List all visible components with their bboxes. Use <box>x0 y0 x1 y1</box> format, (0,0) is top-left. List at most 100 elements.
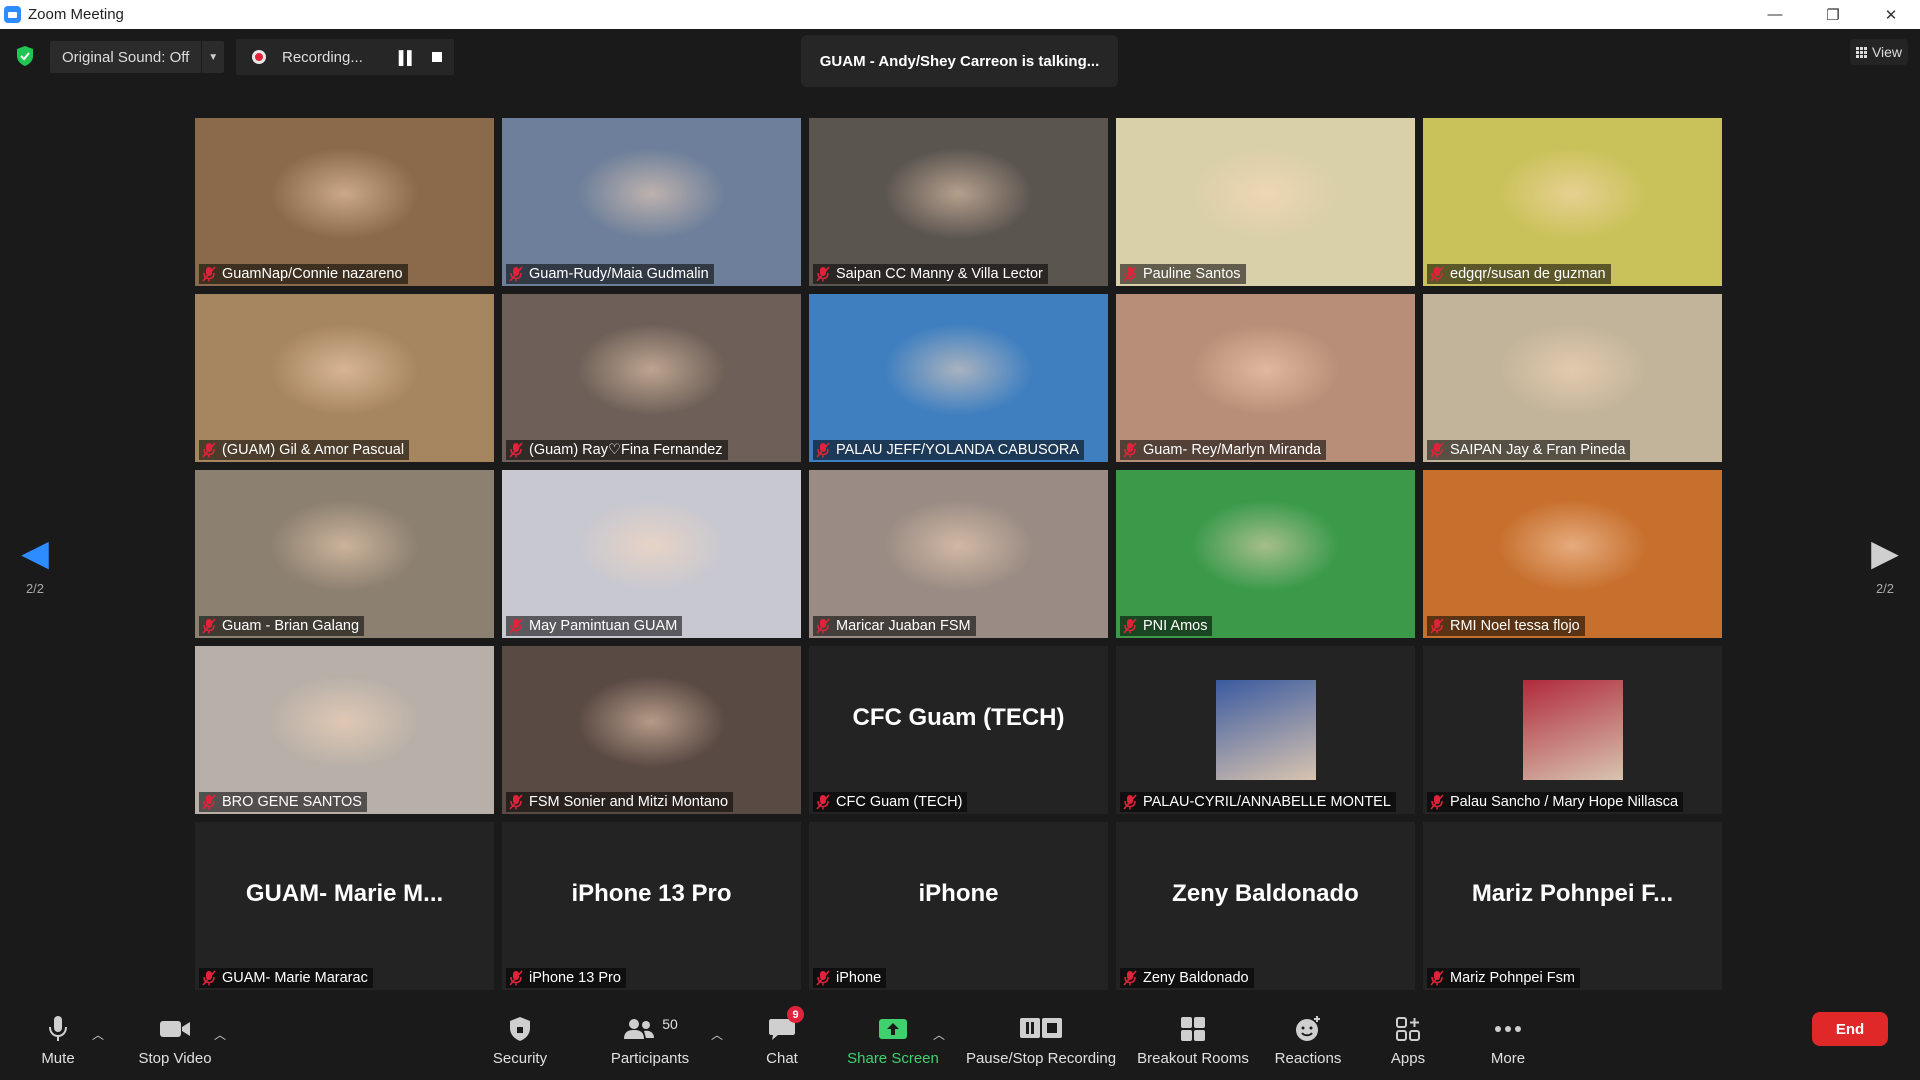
participant-tile[interactable]: BRO GENE SANTOS <box>195 646 494 814</box>
participant-tile[interactable]: Palau Sancho / Mary Hope Nillasca <box>1423 646 1722 814</box>
participant-tile[interactable]: CFC Guam (TECH) CFC Guam (TECH) <box>809 646 1108 814</box>
participant-tile[interactable]: PALAU JEFF/YOLANDA CABUSORA <box>809 294 1108 462</box>
chat-label: Chat <box>766 1050 798 1067</box>
participant-tile[interactable]: (Guam) Ray♡Fina Fernandez <box>502 294 801 462</box>
view-label: View <box>1871 44 1903 60</box>
security-button[interactable]: Security <box>490 996 550 1080</box>
share-options-chevron-icon[interactable]: ︿ <box>933 1026 945 1043</box>
recording-indicator: Recording... ▌▌ <box>236 39 454 75</box>
previous-page-button[interactable]: ◀ 2/2 <box>15 532 55 597</box>
pause-recording-icon[interactable]: ▌▌ <box>392 50 422 65</box>
original-sound-button[interactable]: Original Sound: Off ▼ <box>50 41 224 73</box>
apps-button[interactable]: Apps <box>1388 996 1428 1080</box>
participant-display-name: Zeny Baldonado <box>1172 880 1359 907</box>
participant-tile[interactable]: iPhone 13 Pro iPhone 13 Pro <box>502 822 801 990</box>
mic-muted-icon <box>1430 794 1444 810</box>
mic-muted-icon <box>1430 266 1444 282</box>
chevron-down-icon[interactable]: ▼ <box>201 41 224 73</box>
reactions-button[interactable]: Reactions <box>1268 996 1348 1080</box>
mic-muted-icon <box>816 266 830 282</box>
participant-name-tag: Pauline Santos <box>1120 264 1246 284</box>
mic-muted-icon <box>1123 794 1137 810</box>
participant-tile[interactable]: PNI Amos <box>1116 470 1415 638</box>
participant-name: Guam - Brian Galang <box>222 618 360 634</box>
participant-tile[interactable]: FSM Sonier and Mitzi Montano <box>502 646 801 814</box>
participant-name: (Guam) Ray♡Fina Fernandez <box>529 442 723 458</box>
participant-tile[interactable]: Guam-Rudy/Maia Gudmalin <box>502 118 801 286</box>
arrow-left-icon: ◀ <box>21 532 49 573</box>
window-controls: — ❐ ✕ <box>1746 0 1920 29</box>
participant-video <box>502 470 801 638</box>
participant-name: iPhone <box>836 970 882 986</box>
mic-muted-icon <box>816 970 830 986</box>
participant-display-name: Mariz Pohnpei F... <box>1471 880 1674 907</box>
participant-tile[interactable]: Guam- Rey/Marlyn Miranda <box>1116 294 1415 462</box>
mic-muted-icon <box>816 794 830 810</box>
participant-name: edgqr/susan de guzman <box>1450 266 1606 282</box>
participant-tile[interactable]: Zeny Baldonado Zeny Baldonado <box>1116 822 1415 990</box>
participant-name: Mariz Pohnpei Fsm <box>1450 970 1575 986</box>
participant-name: (GUAM) Gil & Amor Pascual <box>222 442 405 458</box>
participant-name-tag: May Pamintuan GUAM <box>506 616 683 636</box>
participant-tile[interactable]: SAIPAN Jay & Fran Pineda <box>1423 294 1722 462</box>
mic-muted-icon <box>1430 442 1444 458</box>
page-indicator-right: 2/2 <box>1875 581 1895 596</box>
restore-button[interactable]: ❐ <box>1804 0 1862 29</box>
video-options-chevron-icon[interactable]: ︿ <box>214 1026 226 1043</box>
recording-label: Recording... <box>282 48 363 66</box>
participant-name-tag: (GUAM) Gil & Amor Pascual <box>199 440 410 460</box>
participant-name-tag: SAIPAN Jay & Fran Pineda <box>1427 440 1631 460</box>
participant-video <box>195 470 494 638</box>
participants-button[interactable]: 50 Participants <box>605 996 695 1080</box>
participant-tile[interactable]: Pauline Santos <box>1116 118 1415 286</box>
participant-name: May Pamintuan GUAM <box>529 618 678 634</box>
participant-tile[interactable]: Mariz Pohnpei F... Mariz Pohnpei Fsm <box>1423 822 1722 990</box>
participant-tile[interactable]: RMI Noel tessa flojo <box>1423 470 1722 638</box>
participant-tile[interactable]: (GUAM) Gil & Amor Pascual <box>195 294 494 462</box>
profile-picture <box>1522 680 1623 780</box>
participant-video <box>809 470 1108 638</box>
end-meeting-button[interactable]: End <box>1812 1012 1888 1046</box>
participant-tile[interactable]: Maricar Juaban FSM <box>809 470 1108 638</box>
participant-name-tag: Guam - Brian Galang <box>199 616 365 636</box>
participant-video <box>1423 470 1722 638</box>
minimize-button[interactable]: — <box>1746 0 1804 29</box>
participant-name-tag: GuamNap/Connie nazareno <box>199 264 408 284</box>
participant-tile[interactable]: PALAU-CYRIL/ANNABELLE MONTEL <box>1116 646 1415 814</box>
participant-video <box>195 118 494 286</box>
participant-name: CFC Guam (TECH) <box>836 794 963 810</box>
mic-muted-icon <box>1123 618 1137 634</box>
participant-tile[interactable]: edgqr/susan de guzman <box>1423 118 1722 286</box>
share-screen-button[interactable]: Share Screen <box>846 996 940 1080</box>
participant-tile[interactable]: Guam - Brian Galang <box>195 470 494 638</box>
participant-video <box>195 646 494 814</box>
participant-name-tag: iPhone 13 Pro <box>506 968 626 988</box>
participant-name-tag: Mariz Pohnpei Fsm <box>1427 968 1580 988</box>
view-button[interactable]: View <box>1850 39 1908 65</box>
close-button[interactable]: ✕ <box>1862 0 1920 29</box>
participant-tile[interactable]: May Pamintuan GUAM <box>502 470 801 638</box>
participant-tile[interactable]: iPhone iPhone <box>809 822 1108 990</box>
pause-stop-recording-button[interactable]: Pause/Stop Recording <box>966 996 1116 1080</box>
stop-recording-icon[interactable] <box>422 52 452 62</box>
encryption-shield-icon[interactable] <box>15 45 35 67</box>
participant-tile[interactable]: GUAM- Marie M... GUAM- Marie Mararac <box>195 822 494 990</box>
chat-button[interactable]: 9 Chat <box>762 996 804 1080</box>
mic-muted-icon <box>202 794 216 810</box>
participant-name: Pauline Santos <box>1143 266 1241 282</box>
participants-chevron-icon[interactable]: ︿ <box>711 1026 723 1043</box>
participant-name: RMI Noel tessa flojo <box>1450 618 1580 634</box>
stop-video-button[interactable]: Stop Video <box>135 996 215 1080</box>
mute-label: Mute <box>41 1050 75 1067</box>
apps-label: Apps <box>1390 1050 1426 1067</box>
participant-tile[interactable]: Saipan CC Manny & Villa Lector <box>809 118 1108 286</box>
audio-options-chevron-icon[interactable]: ︿ <box>92 1026 104 1043</box>
participant-name: GUAM- Marie Mararac <box>222 970 368 986</box>
participant-tile[interactable]: GuamNap/Connie nazareno <box>195 118 494 286</box>
mute-button[interactable]: Mute <box>38 996 78 1080</box>
next-page-button[interactable]: ▶ 2/2 <box>1865 535 1905 597</box>
breakout-rooms-button[interactable]: Breakout Rooms <box>1136 996 1250 1080</box>
pause-stop-recording-label: Pause/Stop Recording <box>965 1050 1117 1067</box>
more-button[interactable]: More <box>1488 996 1528 1080</box>
participant-name: SAIPAN Jay & Fran Pineda <box>1450 442 1626 458</box>
